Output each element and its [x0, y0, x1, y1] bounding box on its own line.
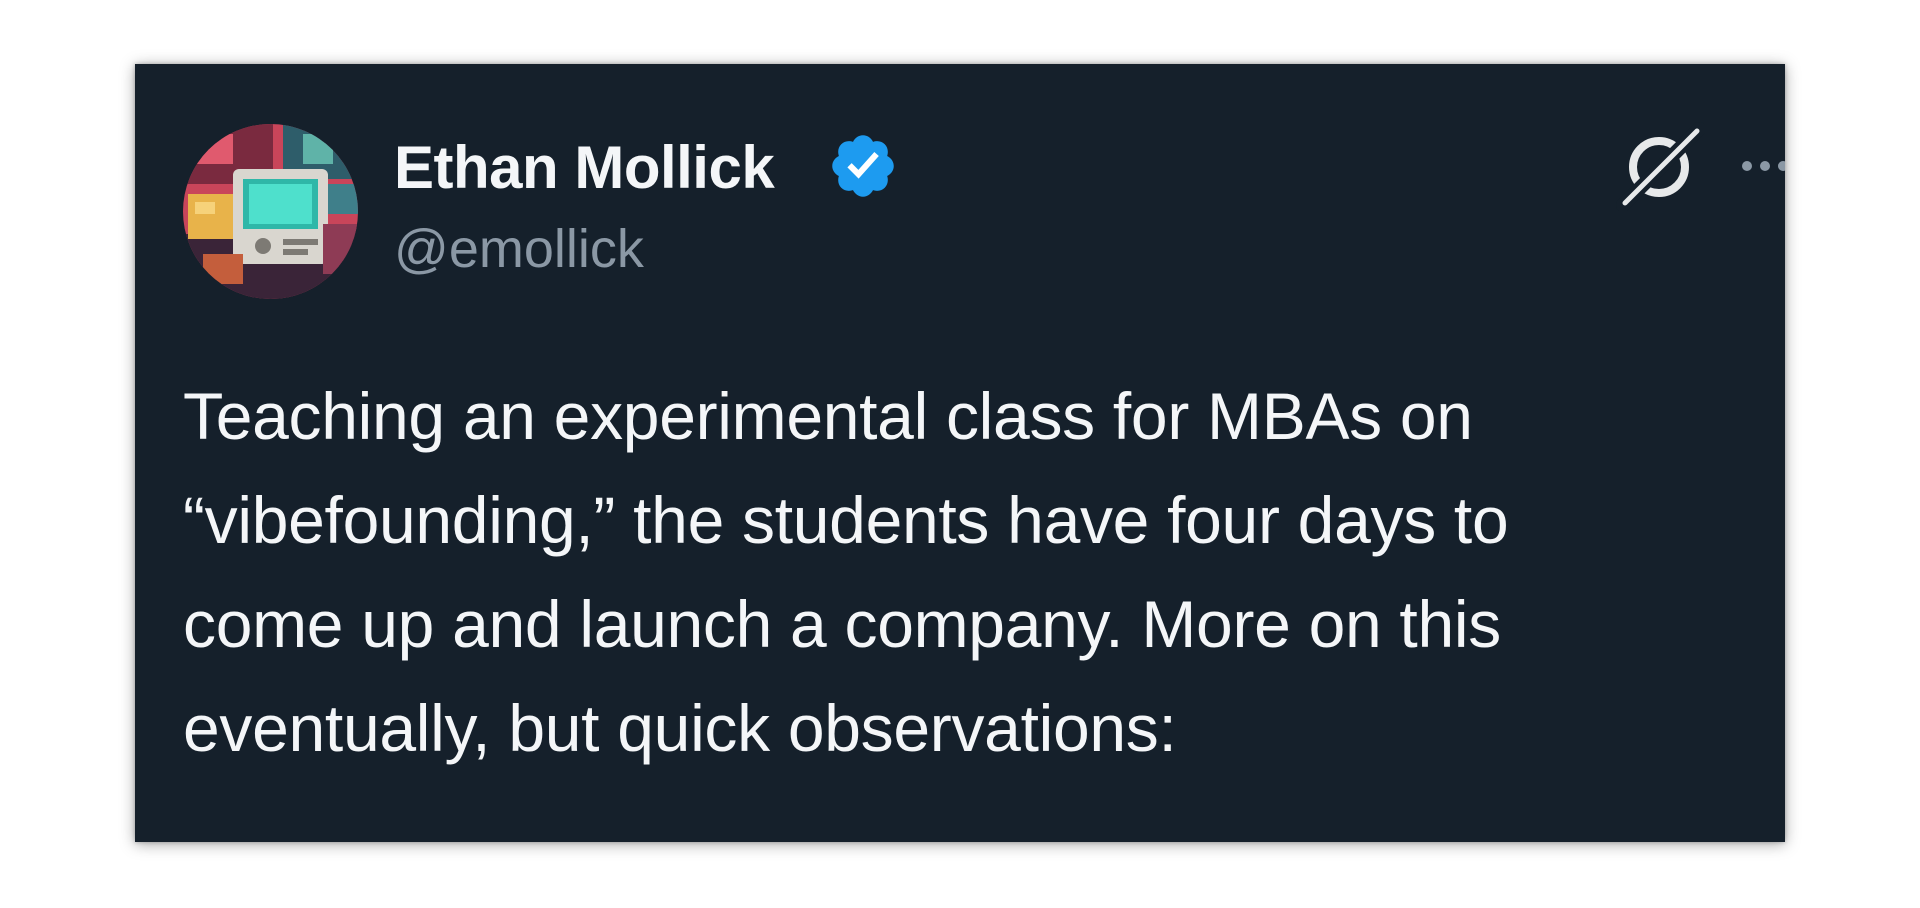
tweet-text-line: eventually, but quick observations: [183, 691, 1177, 765]
pixel-art-avatar-image [183, 124, 358, 299]
more-options-icon[interactable] [1739, 156, 1785, 176]
author-display-name[interactable]: Ethan Mollick [394, 128, 775, 208]
grok-slash-icon[interactable] [1615, 121, 1705, 211]
tweet-text-line: “vibefounding,” the students have four d… [183, 483, 1509, 557]
tweet-card: Ethan Mollick @emollick Teaching an expe… [135, 64, 1785, 842]
verified-checkmark-icon[interactable] [827, 130, 899, 202]
tweet-text: Teaching an experimental class for MBAs … [183, 364, 1763, 780]
author-handle[interactable]: @emollick [394, 214, 644, 284]
avatar[interactable] [183, 124, 358, 299]
tweet-text-line: come up and launch a company. More on th… [183, 587, 1501, 661]
tweet-text-line: Teaching an experimental class for MBAs … [183, 379, 1473, 453]
